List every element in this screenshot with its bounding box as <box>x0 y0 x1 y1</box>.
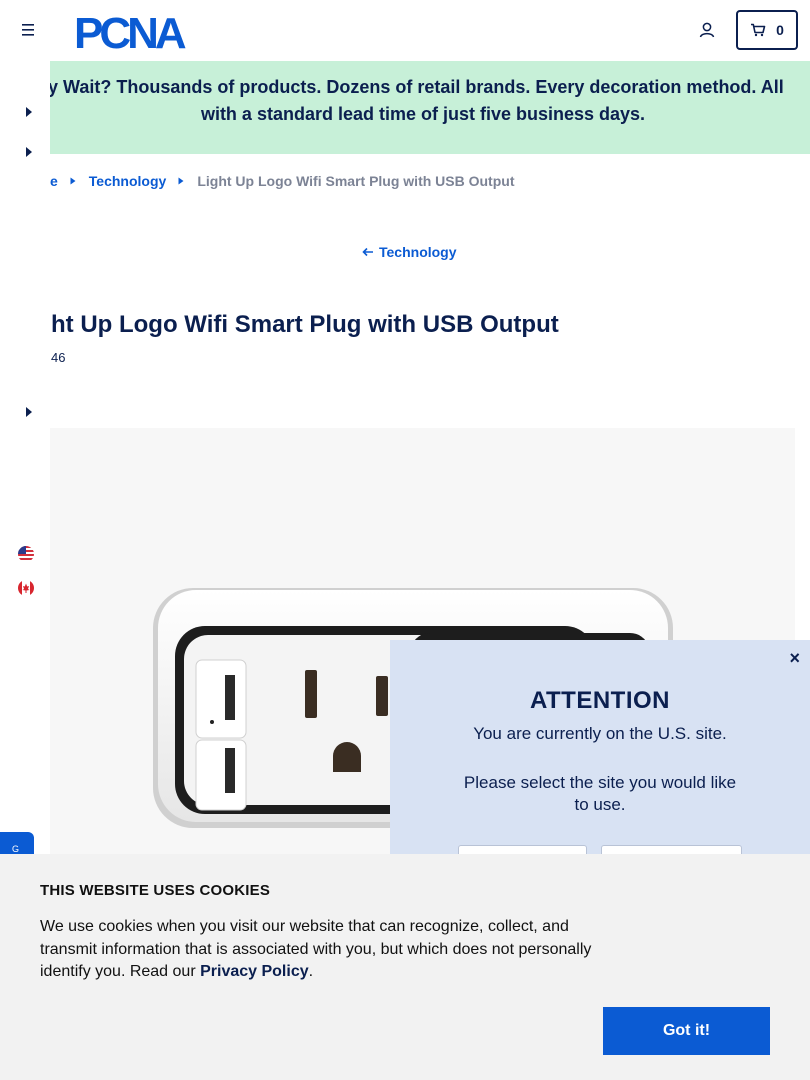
pcna-logo[interactable]: PCNA <box>74 9 224 53</box>
us-flag-icon[interactable] <box>18 546 34 562</box>
breadcrumb: e Technology Light Up Logo Wifi Smart Pl… <box>50 172 515 190</box>
shopping-cart-icon <box>751 23 766 37</box>
privacy-policy-link[interactable]: Privacy Policy <box>200 963 309 980</box>
accept-cookies-button[interactable]: Got it! <box>603 1007 770 1055</box>
close-icon[interactable]: × <box>789 648 800 669</box>
site-header: PCNA 0 <box>0 0 810 61</box>
feedback-tab-label: G <box>12 844 20 854</box>
cart-count: 0 <box>776 22 784 38</box>
breadcrumb-home[interactable]: e <box>50 173 58 189</box>
item-number: 46 <box>51 350 66 365</box>
promo-line-2: with a standard lead time of just five b… <box>200 104 646 124</box>
cookie-banner-tail: . <box>308 963 314 980</box>
back-link-label: Technology <box>379 244 457 260</box>
breadcrumb-technology[interactable]: Technology <box>89 173 167 189</box>
user-account-icon[interactable] <box>698 21 716 39</box>
attention-prompt: Please select the site you would like to… <box>463 773 737 814</box>
attention-title: ATTENTION <box>529 687 671 714</box>
chevron-right-icon <box>178 177 184 185</box>
logo-text: PCNA <box>74 9 186 53</box>
chevron-right-icon[interactable] <box>24 146 34 158</box>
cookie-banner-text: We use cookies when you visit our websit… <box>40 916 610 984</box>
canada-flag-icon[interactable] <box>18 580 34 596</box>
cart-button[interactable]: 0 <box>736 10 798 50</box>
cookie-banner-body: We use cookies when you visit our websit… <box>40 918 592 980</box>
product-title: ht Up Logo Wifi Smart Plug with USB Outp… <box>51 311 559 338</box>
cookie-banner-title: THIS WEBSITE USES COOKIES <box>40 882 271 899</box>
breadcrumb-current: Light Up Logo Wifi Smart Plug with USB O… <box>197 173 515 189</box>
chevron-right-icon <box>70 177 76 185</box>
arrow-left-icon <box>362 247 373 257</box>
chevron-right-icon[interactable] <box>24 106 34 118</box>
site-selection-modal: × ATTENTION You are currently on the U.S… <box>390 640 810 885</box>
cookie-banner: THIS WEBSITE USES COOKIES We use cookies… <box>0 854 810 1080</box>
back-to-category-link[interactable]: Technology <box>362 244 457 260</box>
promo-banner: y Wait? Thousands of products. Dozens of… <box>50 61 810 154</box>
attention-message: You are currently on the U.S. site. <box>473 724 727 743</box>
hamburger-menu-icon[interactable] <box>18 22 38 38</box>
chevron-right-icon[interactable] <box>24 406 34 418</box>
promo-line-1: y Wait? Thousands of products. Dozens of… <box>50 77 784 97</box>
